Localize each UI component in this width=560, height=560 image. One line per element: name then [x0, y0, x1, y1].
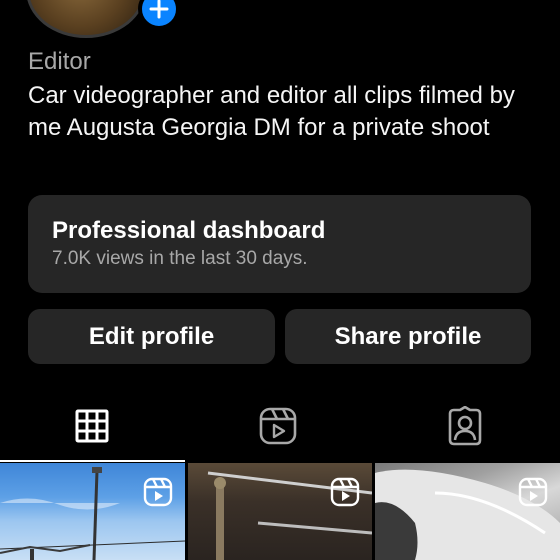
- profile-bio: Car videographer and editor all clips fi…: [28, 82, 515, 141]
- reels-icon: [259, 407, 297, 445]
- tagged-person-icon: [448, 406, 482, 446]
- edit-profile-button[interactable]: Edit profile: [28, 309, 275, 364]
- avatar[interactable]: [26, 0, 146, 38]
- plus-icon: [149, 0, 169, 19]
- add-story-button[interactable]: [138, 0, 180, 30]
- active-tab-indicator: [0, 460, 185, 462]
- professional-dashboard-card[interactable]: Professional dashboard 7.0K views in the…: [28, 195, 531, 293]
- grid-post-thumbnail[interactable]: [375, 463, 560, 560]
- share-profile-button[interactable]: Share profile: [285, 309, 531, 364]
- tab-reels[interactable]: [256, 404, 300, 448]
- grid-post-thumbnail[interactable]: [0, 463, 185, 560]
- grid-post-thumbnail[interactable]: [188, 463, 372, 560]
- reel-badge-icon: [143, 477, 173, 507]
- dashboard-title: Professional dashboard: [52, 217, 326, 244]
- profile-category: Editor: [28, 48, 91, 75]
- reel-badge-icon: [330, 477, 360, 507]
- reel-badge-icon: [518, 477, 548, 507]
- profile-page: Editor Car videographer and editor all c…: [0, 0, 560, 560]
- grid-icon: [75, 409, 109, 443]
- tab-posts-grid[interactable]: [70, 404, 114, 448]
- dashboard-subtitle: 7.0K views in the last 30 days.: [52, 248, 308, 269]
- tab-tagged[interactable]: [443, 404, 487, 448]
